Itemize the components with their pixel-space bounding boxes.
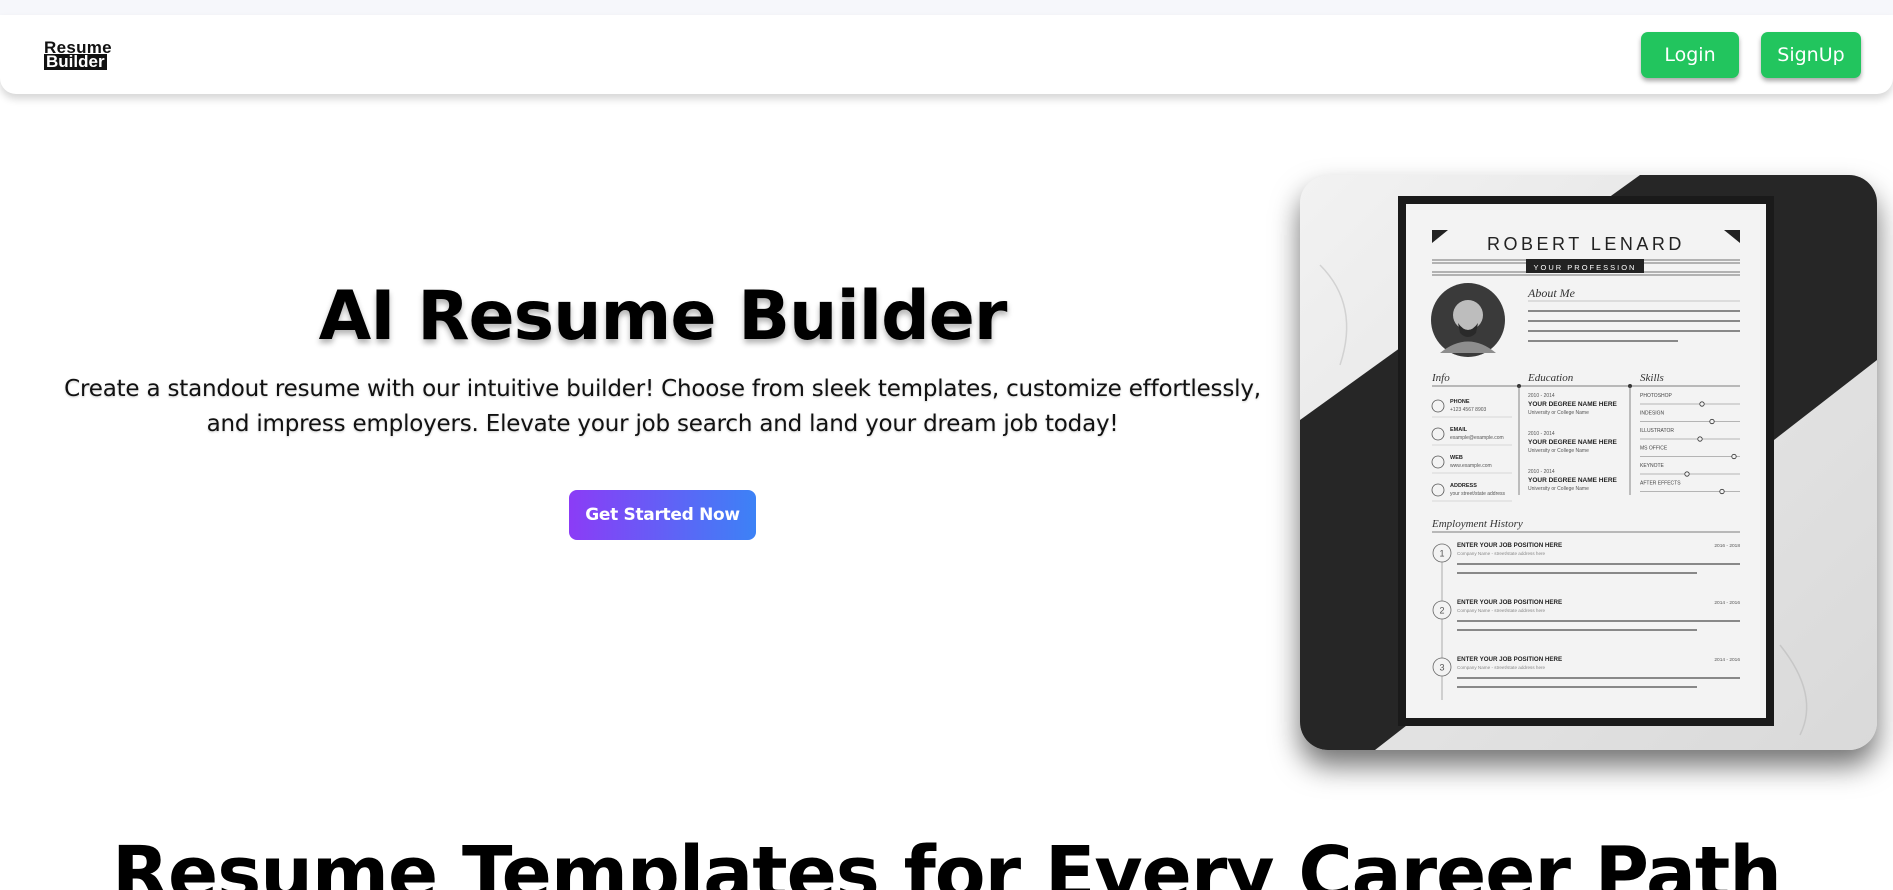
job-text-line bbox=[1457, 686, 1697, 688]
logo-text-bottom: Builder bbox=[44, 52, 107, 71]
job-company: Company Name - street/state address here bbox=[1457, 665, 1546, 670]
job-number: 3 bbox=[1439, 663, 1444, 673]
skill-name: KEYNOTE bbox=[1640, 463, 1665, 469]
education-degree: YOUR DEGREE NAME HERE bbox=[1528, 439, 1618, 446]
job-title: ENTER YOUR JOB POSITION HERE bbox=[1457, 656, 1562, 663]
skill-level-knob bbox=[1684, 471, 1690, 477]
job-years: 2016 - 2018 bbox=[1714, 543, 1740, 549]
hero-description: Create a standout resume with our intuit… bbox=[64, 376, 1261, 437]
signup-button[interactable]: SignUp bbox=[1761, 32, 1861, 78]
login-button[interactable]: Login bbox=[1641, 32, 1739, 78]
skill-name: PHOTOSHOP bbox=[1640, 393, 1673, 399]
education-degree: YOUR DEGREE NAME HERE bbox=[1528, 477, 1618, 484]
resume-preview-image: ROBERT LENARD YOUR PROFESSION About Me I… bbox=[1300, 175, 1877, 750]
job-text-line bbox=[1457, 563, 1740, 565]
resume-profession: YOUR PROFESSION bbox=[1534, 263, 1637, 272]
info-label: WEB bbox=[1450, 455, 1463, 461]
job-years: 2014 - 2016 bbox=[1714, 657, 1740, 663]
education-years: 2010 - 2014 bbox=[1528, 393, 1555, 399]
education-school: University or College Name bbox=[1528, 448, 1589, 454]
job-text-line bbox=[1457, 629, 1697, 631]
skill-name: MS OFFICE bbox=[1640, 446, 1668, 452]
education-school: University or College Name bbox=[1528, 410, 1589, 416]
job-text-line bbox=[1457, 677, 1740, 679]
education-heading: Education bbox=[1527, 372, 1574, 384]
top-strip bbox=[0, 0, 1893, 15]
education-years: 2010 - 2014 bbox=[1528, 469, 1555, 475]
skill-level-knob bbox=[1731, 453, 1737, 460]
job-text-line bbox=[1457, 572, 1697, 574]
logo[interactable]: Resume Builder bbox=[44, 39, 116, 71]
info-heading: Info bbox=[1431, 372, 1450, 384]
job-title: ENTER YOUR JOB POSITION HERE bbox=[1457, 542, 1562, 549]
navbar: Resume Builder Login SignUp bbox=[0, 15, 1893, 94]
job-company: Company Name - street/state address here bbox=[1457, 608, 1546, 613]
info-value: example@example.com bbox=[1450, 435, 1504, 441]
job-years: 2014 - 2016 bbox=[1714, 600, 1740, 606]
employment-heading: Employment History bbox=[1431, 518, 1523, 530]
skill-name: AFTER EFFECTS bbox=[1640, 481, 1681, 487]
info-label: ADDRESS bbox=[1450, 483, 1477, 489]
job-number: 2 bbox=[1439, 606, 1444, 616]
info-label: PHONE bbox=[1450, 399, 1470, 405]
hero-title: AI Resume Builder bbox=[318, 277, 1008, 356]
job-number: 1 bbox=[1439, 549, 1444, 559]
education-degree: YOUR DEGREE NAME HERE bbox=[1528, 401, 1618, 408]
skill-level-knob bbox=[1697, 436, 1703, 442]
skill-name: ILLUSTRATOR bbox=[1640, 428, 1674, 434]
info-value: your street/state address bbox=[1450, 491, 1506, 497]
resume-name: ROBERT LENARD bbox=[1487, 234, 1685, 254]
skill-name: INDESIGN bbox=[1640, 411, 1665, 417]
skill-level-knob bbox=[1699, 401, 1705, 407]
skills-heading: Skills bbox=[1640, 372, 1664, 384]
templates-section-title: Resume Templates for Every Career Path bbox=[112, 831, 1782, 890]
education-school: University or College Name bbox=[1528, 486, 1589, 492]
job-title: ENTER YOUR JOB POSITION HERE bbox=[1457, 599, 1562, 606]
education-years: 2010 - 2014 bbox=[1528, 431, 1555, 437]
skill-level-knob bbox=[1709, 418, 1715, 425]
info-label: EMAIL bbox=[1450, 427, 1468, 433]
info-value: www.example.com bbox=[1450, 463, 1492, 469]
job-text-line bbox=[1457, 620, 1740, 622]
skill-level-knob bbox=[1719, 488, 1725, 495]
info-value: +123 4567 8903 bbox=[1450, 407, 1487, 413]
job-company: Company Name - street/state address here bbox=[1457, 551, 1546, 556]
get-started-button[interactable]: Get Started Now bbox=[569, 490, 756, 540]
about-heading: About Me bbox=[1527, 286, 1576, 300]
